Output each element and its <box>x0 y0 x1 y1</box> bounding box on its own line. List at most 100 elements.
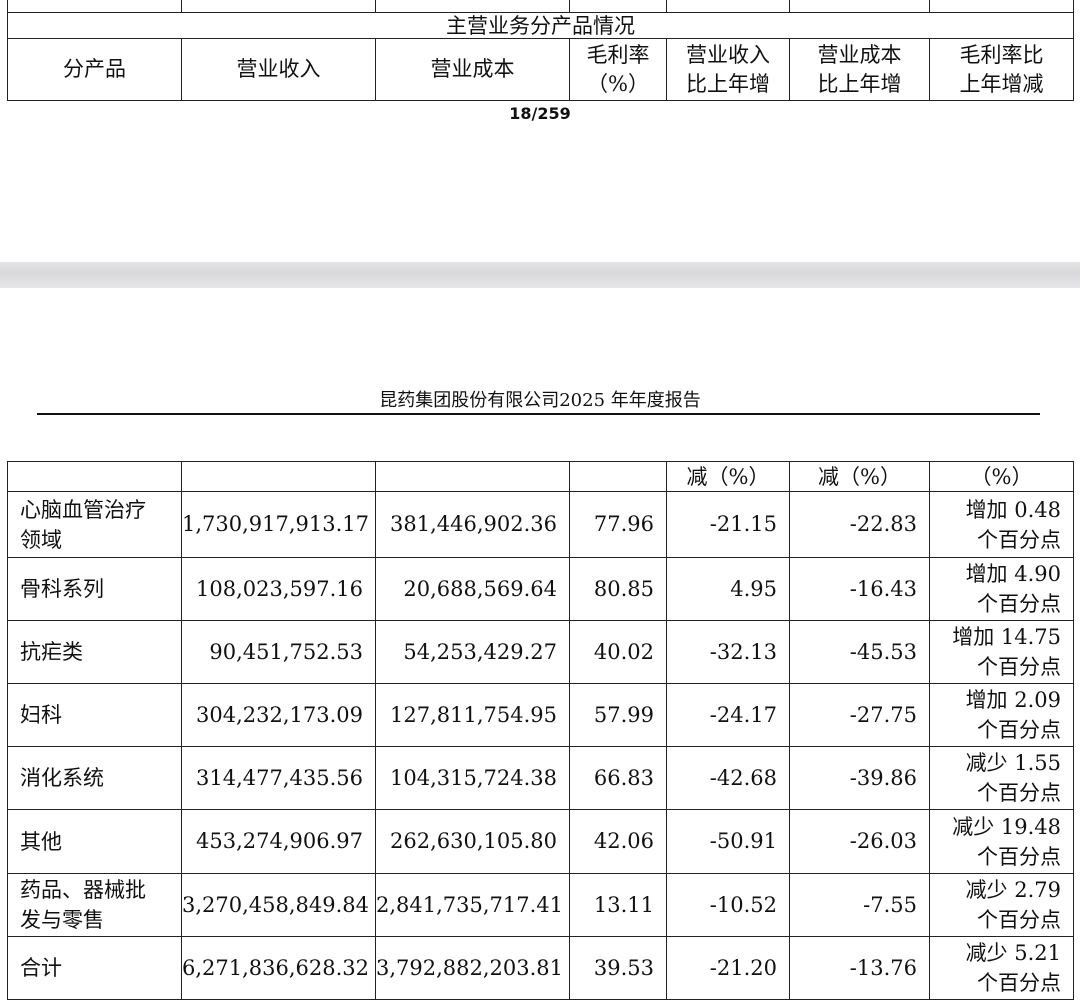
cost-cell: 381,446,902.36 <box>375 491 570 558</box>
product-cell: 药品、器械批 发与零售 <box>7 873 182 937</box>
cost-change-cell: -13.76 <box>789 936 930 1000</box>
product-cell: 合计 <box>7 936 182 1000</box>
margin-change-cell: 增加 0.48 个百分点 <box>929 491 1074 558</box>
cell-line: 毛利率 <box>586 42 650 67</box>
cost-cell: 20,688,569.64 <box>375 557 570 621</box>
cost-cell: 127,811,754.95 <box>375 683 570 747</box>
revenue-cell: 304,232,173.09 <box>181 683 376 747</box>
column-header: 毛利率比 上年增减 <box>929 38 1074 101</box>
column-header-row: 分产品 营业收入 营业成本 毛利率 （%） 营业收入 比上年增 营业成本 比上年增 毛利率比 上年增… <box>7 38 1074 101</box>
cell-line: 比上年增 <box>817 71 902 96</box>
table-row: 抗疟类 90,451,752.53 54,253,429.27 40.02 -32.13… <box>7 620 1074 684</box>
page-separator <box>0 262 1080 288</box>
cell-line: 消化系统 <box>20 766 104 790</box>
continued-header-cell: （%） <box>929 461 1074 492</box>
continued-header-cell: 减（%） <box>666 461 790 492</box>
cell-line: 个百分点 <box>977 527 1061 552</box>
product-cell: 其他 <box>7 809 182 874</box>
revenue-cell: 108,023,597.16 <box>181 557 376 621</box>
cell-line: 增加 0.48 <box>965 497 1061 522</box>
product-cell: 抗疟类 <box>7 620 182 684</box>
revenue-cell: 90,451,752.53 <box>181 620 376 684</box>
margin-change-cell: 减少 19.48 个百分点 <box>929 809 1074 874</box>
margin-cell: 80.85 <box>569 557 667 621</box>
product-cell: 心脑血管治疗 领域 <box>7 491 182 558</box>
cost-change-cell: -27.75 <box>789 683 930 747</box>
cell-line: 上年增减 <box>959 71 1044 96</box>
rev-change-cell: -10.52 <box>666 873 790 937</box>
cost-cell: 104,315,724.38 <box>375 746 570 810</box>
cell-line: （%） <box>587 71 649 96</box>
cell-line: 个百分点 <box>977 718 1061 742</box>
table-row: 其他 453,274,906.97 262,630,105.80 42.06 -50.9… <box>7 809 1074 874</box>
margin-cell: 66.83 <box>569 746 667 810</box>
column-header: 毛利率 （%） <box>569 38 667 101</box>
cell-line: 增加 14.75 <box>952 625 1061 649</box>
segment-table: 减（%） 减（%） （%） 心脑血管治疗 领域 1,730,917,913.17 381,4… <box>7 461 1074 1000</box>
rev-change-cell: -21.15 <box>666 491 790 558</box>
margin-change-cell: 增加 14.75 个百分点 <box>929 620 1074 684</box>
cell-line: 营业收入 <box>686 42 770 67</box>
revenue-cell: 3,270,458,849.84 <box>181 873 376 937</box>
cost-cell: 262,630,105.80 <box>375 809 570 874</box>
table-row: 心脑血管治疗 领域 1,730,917,913.17 381,446,902.36 77… <box>7 491 1074 558</box>
column-header: 分产品 <box>7 38 182 101</box>
cell-line: 营业成本 <box>817 42 902 67</box>
continued-header-cell: 减（%） <box>789 461 930 492</box>
cell-line: 个百分点 <box>977 908 1061 932</box>
table-row: 药品、器械批 发与零售 3,270,458,849.84 2,841,735,717.… <box>7 873 1074 937</box>
rev-change-cell: 4.95 <box>666 557 790 621</box>
continued-header-row: 减（%） 减（%） （%） <box>7 461 1074 492</box>
cell-line: 营业收入 <box>236 57 321 81</box>
cell-line: 减少 19.48 <box>952 814 1061 839</box>
revenue-cell: 314,477,435.56 <box>181 746 376 810</box>
margin-change-cell: 减少 1.55 个百分点 <box>929 746 1074 810</box>
cell-line: 减少 2.79 <box>965 878 1061 902</box>
margin-change-cell: 减少 2.79 个百分点 <box>929 873 1074 937</box>
segment-table-header: 主营业务分产品情况 分产品 营业收入 营业成本 毛利率 （%） 营业收入 比上年增 营业成本比… <box>7 0 1074 101</box>
page-top: 主营业务分产品情况 分产品 营业收入 营业成本 毛利率 （%） 营业收入 比上年增 营业成本比… <box>0 0 1080 262</box>
page-number: 18/259 <box>509 104 571 123</box>
cost-change-cell: -39.86 <box>789 746 930 810</box>
cell-line: 个百分点 <box>977 655 1061 679</box>
cost-change-cell: -22.83 <box>789 491 930 558</box>
cell-line: 个百分点 <box>977 592 1061 616</box>
table-row: 骨科系列 108,023,597.16 20,688,569.64 80.85 4.95… <box>7 557 1074 621</box>
continued-header-cell <box>181 461 376 492</box>
column-header: 营业成本 比上年增 <box>789 38 930 101</box>
revenue-cell: 453,274,906.97 <box>181 809 376 874</box>
cell-line: 个百分点 <box>977 971 1061 995</box>
column-header: 营业收入 比上年增 <box>666 38 790 101</box>
table-row: 合计 6,271,836,628.32 3,792,882,203.81 39.53-… <box>7 936 1074 1000</box>
cell-line: 领域 <box>20 527 62 552</box>
margin-cell: 40.02 <box>569 620 667 684</box>
revenue-cell: 1,730,917,913.17 <box>181 491 376 558</box>
margin-change-cell: 增加 2.09 个百分点 <box>929 683 1074 747</box>
continued-header-cell <box>7 461 182 492</box>
cell-line: 发与零售 <box>20 908 104 932</box>
cell-line: 减少 5.21 <box>965 941 1061 965</box>
continued-header-cell <box>375 461 570 492</box>
cell-line: 药品、器械批 <box>20 878 146 902</box>
cell-line: 妇科 <box>20 703 62 727</box>
cell-line: 减少 1.55 <box>965 751 1061 775</box>
cell-line: 营业成本 <box>430 57 515 81</box>
column-header: 营业收入 <box>181 38 376 101</box>
margin-cell: 77.96 <box>569 491 667 558</box>
report-header: 昆药集团股份有限公司2025 年年度报告 <box>379 390 701 411</box>
cell-line: 其他 <box>20 829 62 854</box>
margin-change-cell: 增加 4.90 个百分点 <box>929 557 1074 621</box>
cell-line: 骨科系列 <box>20 577 104 601</box>
cost-change-cell: -26.03 <box>789 809 930 874</box>
cell-line: 毛利率比 <box>959 42 1044 67</box>
margin-cell: 39.53 <box>569 936 667 1000</box>
cell-line: 抗疟类 <box>20 640 83 664</box>
table-row: 妇科 304,232,173.09 127,811,754.95 57.99 -24.1… <box>7 683 1074 747</box>
revenue-cell: 6,271,836,628.32 <box>181 936 376 1000</box>
rev-change-cell: -50.91 <box>666 809 790 874</box>
margin-cell: 57.99 <box>569 683 667 747</box>
cost-change-cell: -16.43 <box>789 557 930 621</box>
table-row: 消化系统 314,477,435.56 104,315,724.38 66.83 -42… <box>7 746 1074 810</box>
column-header: 营业成本 <box>375 38 570 101</box>
section-title: 主营业务分产品情况 <box>7 12 1074 39</box>
